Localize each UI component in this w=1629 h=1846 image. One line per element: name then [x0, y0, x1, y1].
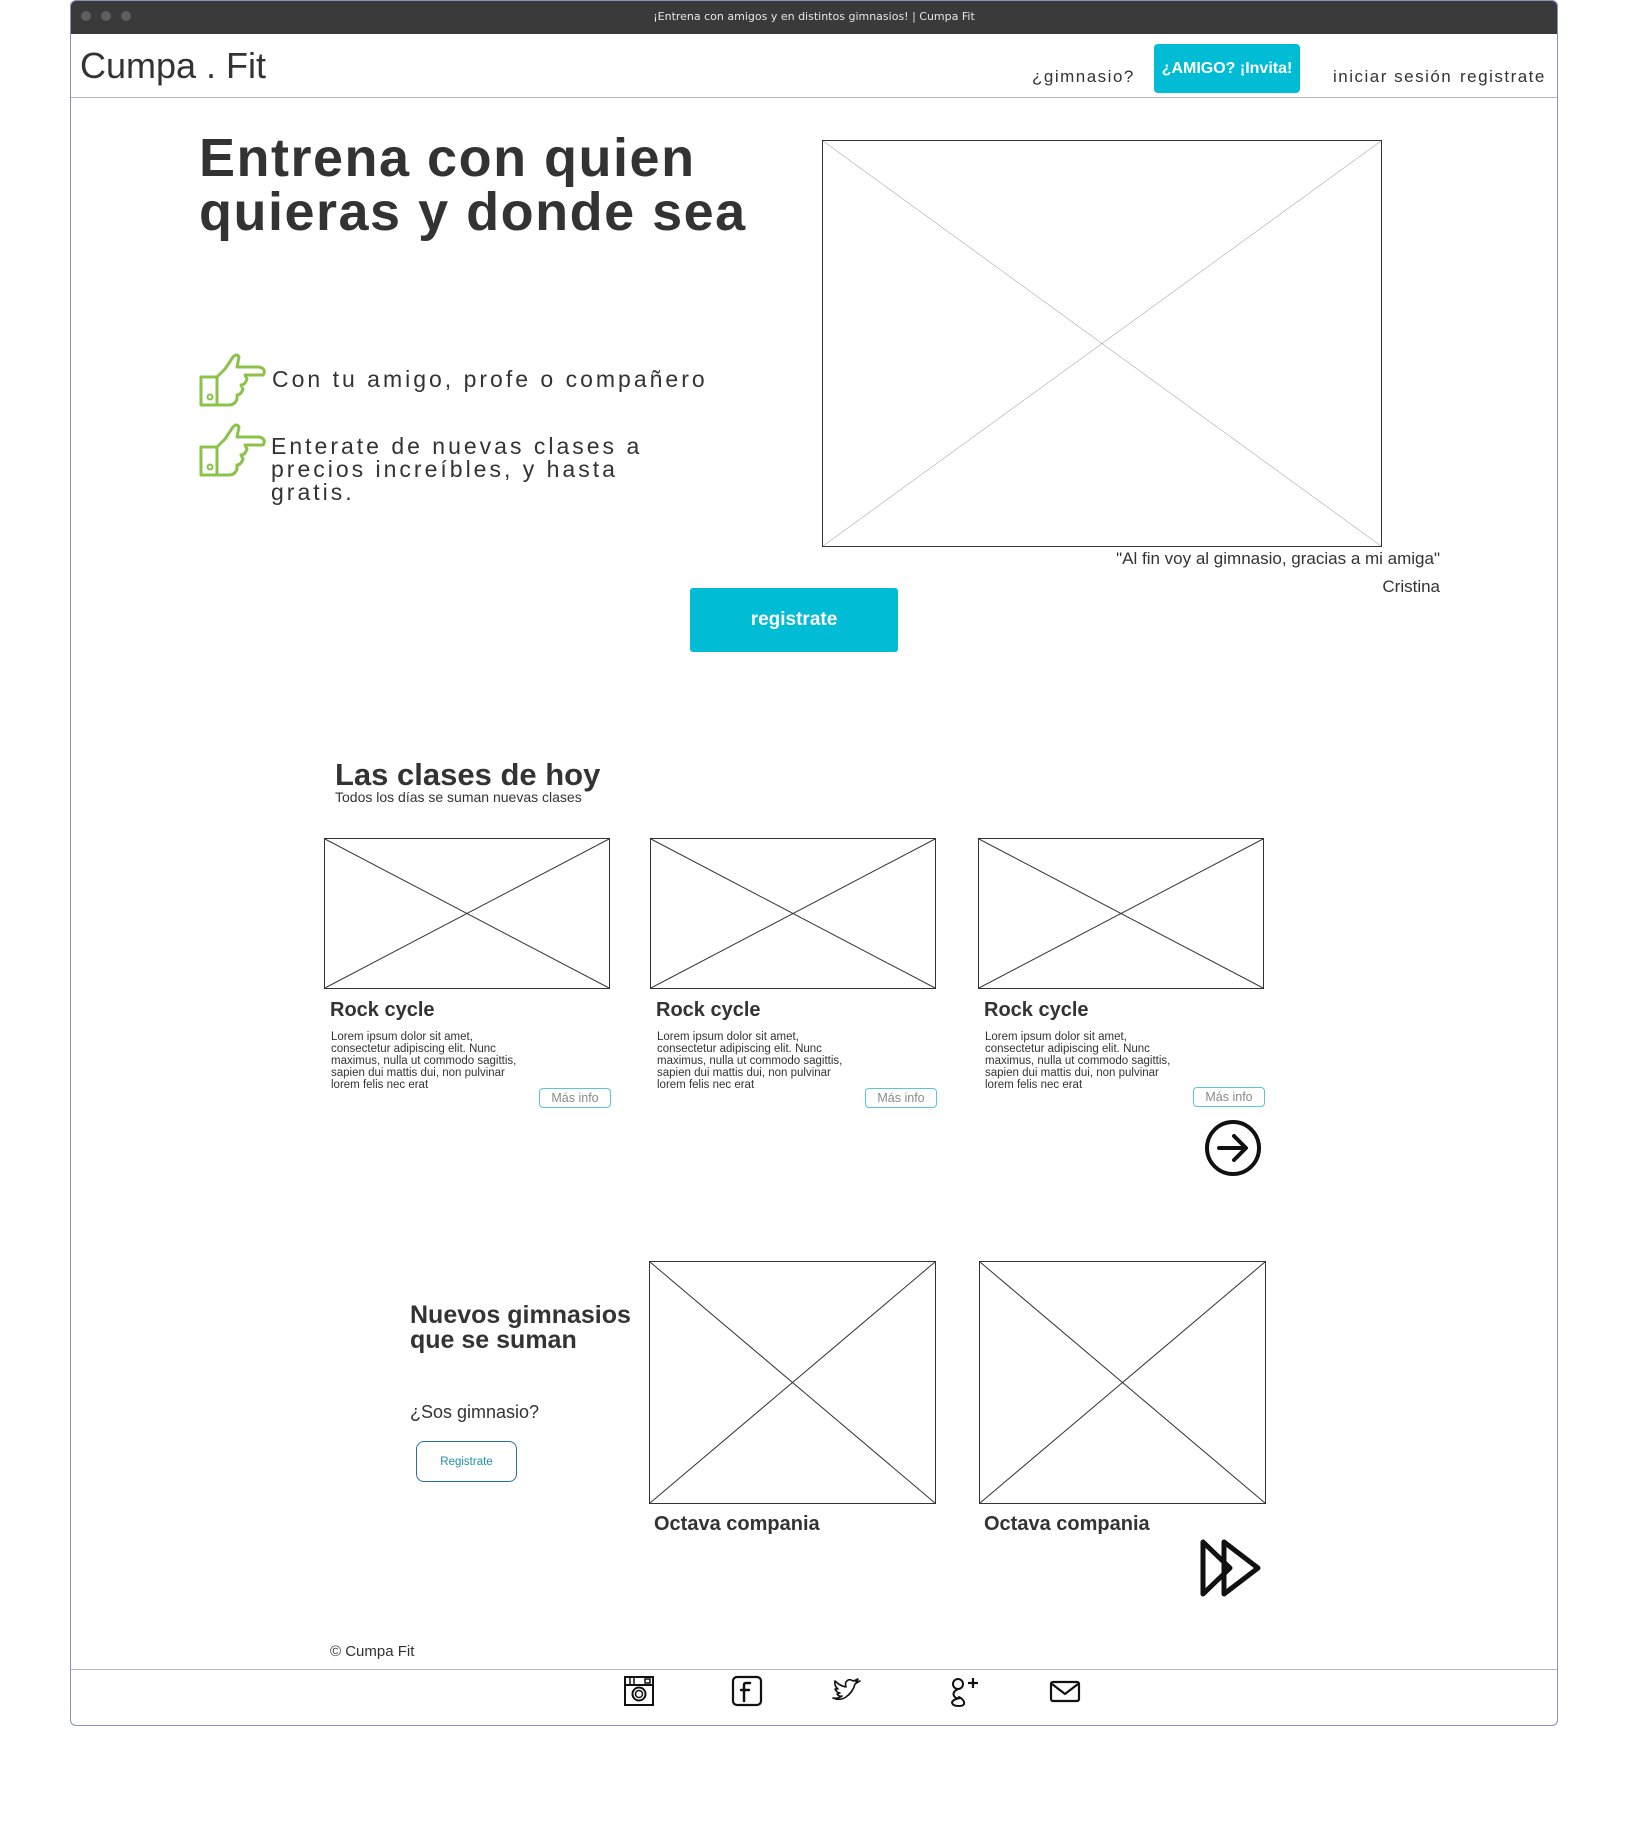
class-card-description: Lorem ipsum dolor sit amet, consectetur … — [985, 1031, 1171, 1091]
class-card-title: Rock cycle — [656, 999, 761, 1021]
arrow-right-circle-icon[interactable] — [1204, 1119, 1262, 1177]
class-more-info-button[interactable]: Más info — [1193, 1087, 1265, 1107]
brand-logo[interactable]: Cumpa . Fit — [80, 45, 266, 87]
instagram-icon[interactable] — [622, 1674, 656, 1708]
browser-window: ¡Entrena con amigos y en distintos gimna… — [70, 0, 1558, 1726]
gym-register-button[interactable]: Registrate — [416, 1441, 517, 1482]
gyms-section-title: Nuevos gimnasios que se suman — [410, 1301, 631, 1354]
fast-forward-icon[interactable] — [1198, 1537, 1264, 1599]
facebook-icon[interactable] — [730, 1674, 764, 1708]
hero-bullet-2: Enterate de nuevas clases a precios incr… — [271, 433, 643, 505]
classes-section-subtitle: Todos los días se suman nuevas clases — [335, 789, 582, 805]
pointing-hand-icon — [199, 423, 266, 477]
class-card-description: Lorem ipsum dolor sit amet, consectetur … — [657, 1031, 843, 1091]
hero-image-placeholder — [822, 140, 1382, 547]
nav-gym-link[interactable]: ¿gimnasio? — [1032, 67, 1135, 87]
class-card-image[interactable] — [978, 838, 1264, 989]
class-card-title: Rock cycle — [330, 999, 435, 1021]
testimonial-quote: "Al fin voy al gimnasio, gracias a mi am… — [1116, 549, 1440, 568]
gym-card-title: Octava compania — [654, 1513, 820, 1535]
window-title: ¡Entrena con amigos y en distintos gimna… — [653, 10, 975, 23]
class-card-image[interactable] — [324, 838, 610, 989]
class-more-info-button[interactable]: Más info — [865, 1088, 937, 1108]
testimonial-author: Cristina — [1382, 577, 1440, 596]
hero-register-button[interactable]: registrate — [690, 588, 898, 652]
class-card-title: Rock cycle — [984, 999, 1089, 1021]
google-plus-icon[interactable] — [946, 1674, 980, 1708]
mail-icon[interactable] — [1048, 1674, 1082, 1708]
gym-card-image[interactable] — [979, 1261, 1266, 1504]
invite-friend-button[interactable]: ¿AMIGO? ¡Invita! — [1154, 44, 1300, 93]
footer-divider — [71, 1669, 1557, 1670]
copyright-text: © Cumpa Fit — [330, 1643, 415, 1660]
nav-register-link[interactable]: registrate — [1460, 67, 1546, 87]
classes-section-title: Las clases de hoy — [335, 757, 601, 792]
class-card-description: Lorem ipsum dolor sit amet, consectetur … — [331, 1031, 517, 1091]
class-card-image[interactable] — [650, 838, 936, 989]
nav-login-link[interactable]: iniciar sesión — [1333, 67, 1452, 87]
class-more-info-button[interactable]: Más info — [539, 1088, 611, 1108]
gym-card-image[interactable] — [649, 1261, 936, 1504]
window-titlebar: ¡Entrena con amigos y en distintos gimna… — [71, 1, 1557, 34]
twitter-icon[interactable] — [830, 1674, 864, 1708]
gym-card-title: Octava compania — [984, 1513, 1150, 1535]
hero-bullet-1: Con tu amigo, profe o compañero — [272, 366, 708, 392]
gyms-question: ¿Sos gimnasio? — [410, 1402, 540, 1422]
hero-title: Entrena con quien quieras y donde sea — [199, 128, 747, 242]
pointing-hand-icon — [199, 353, 266, 407]
header-divider — [71, 97, 1557, 98]
